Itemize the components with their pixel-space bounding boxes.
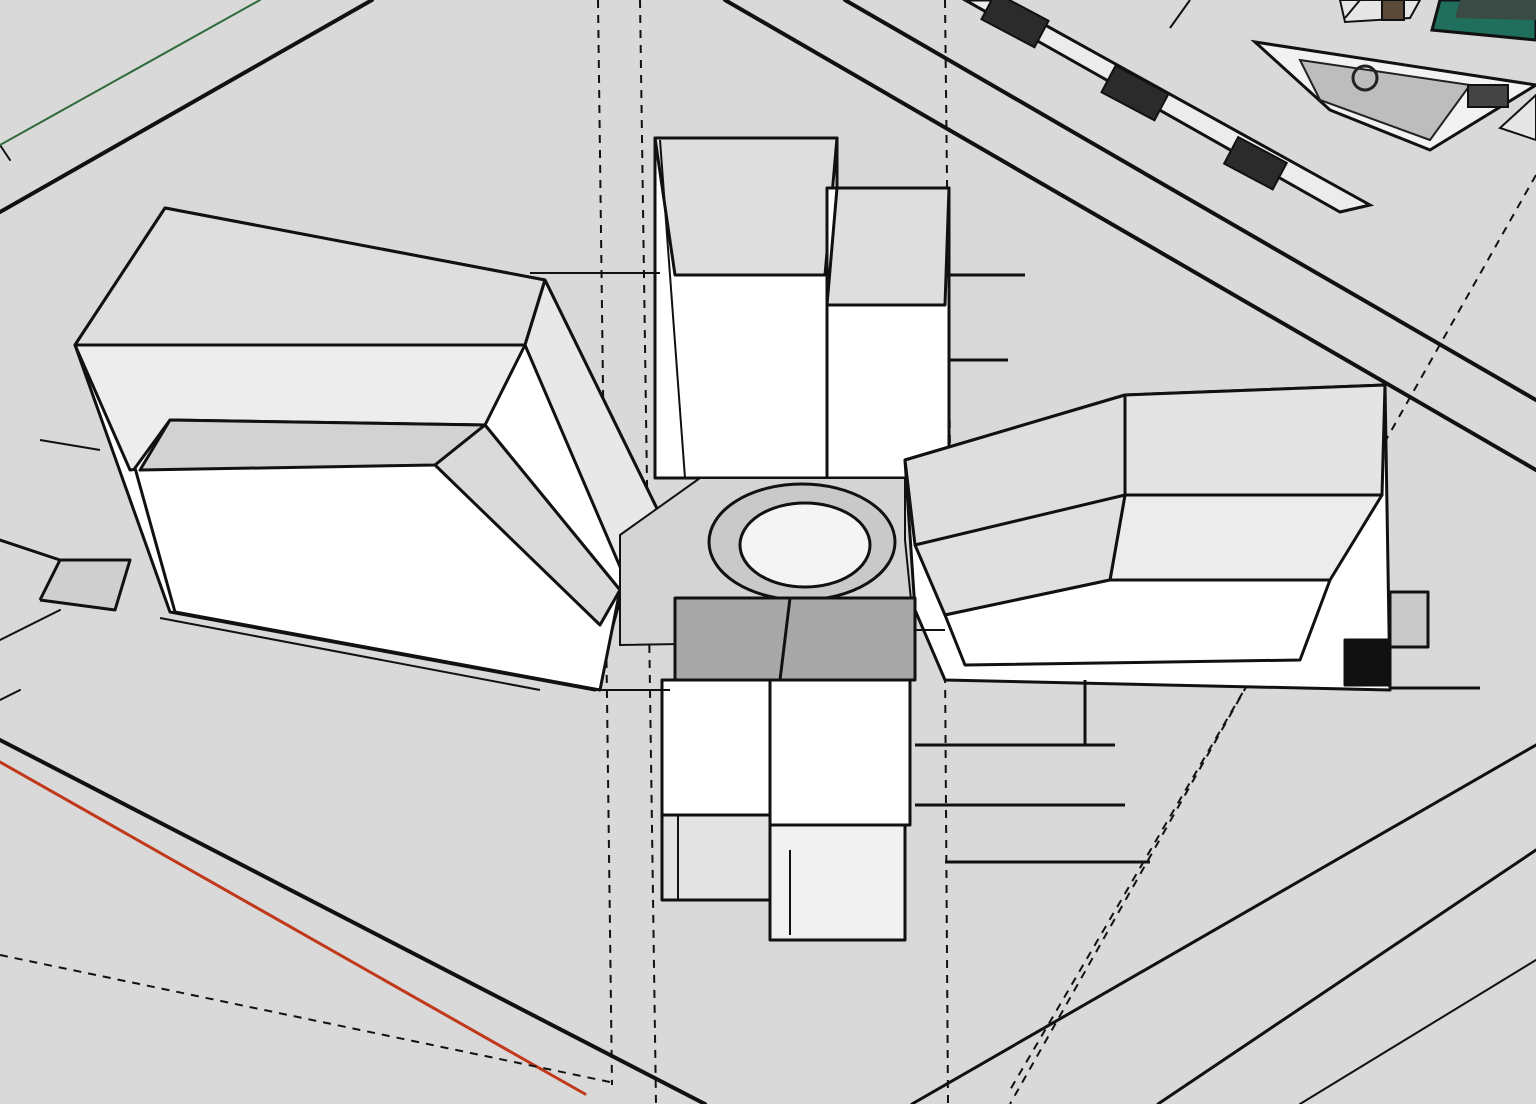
massing-drawing [0,0,1536,1104]
site-plan-canvas [0,0,1536,1104]
